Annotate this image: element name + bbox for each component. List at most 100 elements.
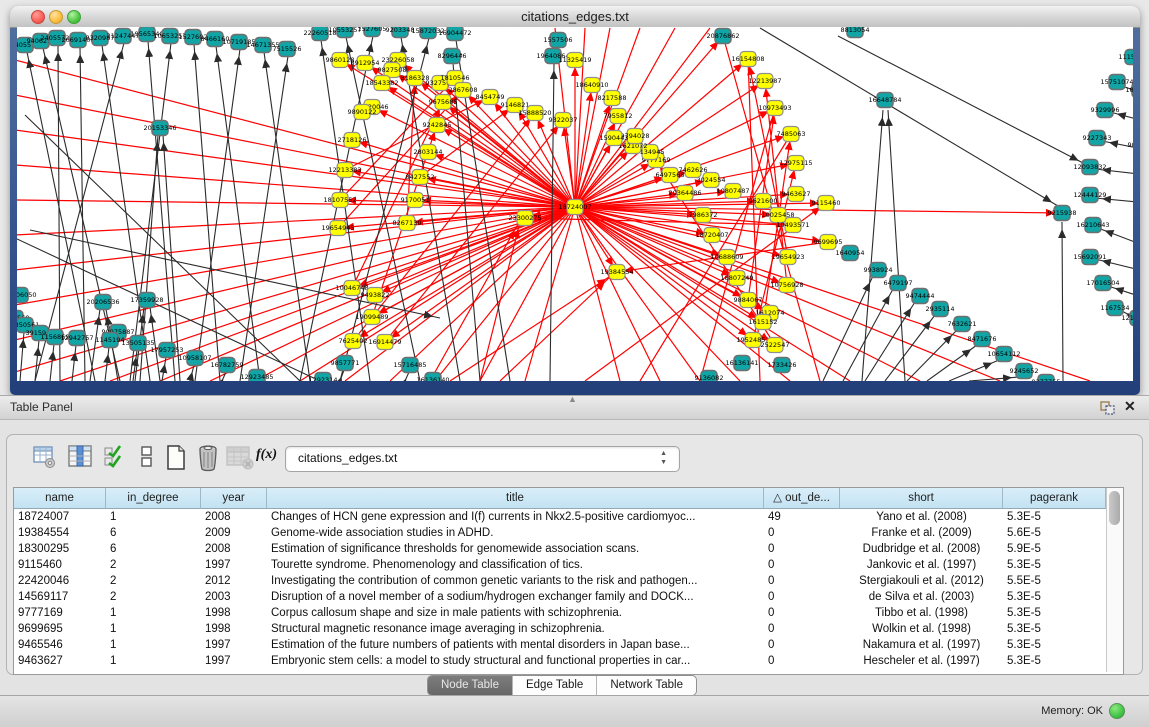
graph-edge[interactable] xyxy=(216,46,260,381)
table-cell[interactable]: Embryonic stem cells: a model to study s… xyxy=(267,653,764,669)
graph-edge[interactable] xyxy=(17,95,575,207)
table-cell[interactable]: 22420046 xyxy=(14,573,106,589)
graph-edge[interactable] xyxy=(885,315,935,381)
table-row[interactable]: 1872400712008Changes of HCN gene express… xyxy=(14,509,1106,525)
table-cell[interactable]: Investigating the contribution of common… xyxy=(267,573,764,589)
graph-node[interactable]: 6479197 xyxy=(884,276,913,291)
graph-node[interactable]: 15716485 xyxy=(393,358,426,373)
graph-node[interactable]: 8813054 xyxy=(841,27,870,38)
select-rows-icon[interactable] xyxy=(103,444,129,472)
network-view-window[interactable]: citations_edges.txt 24055729406257240557… xyxy=(10,6,1140,395)
graph-node[interactable]: 9115460 xyxy=(812,196,841,211)
table-cell[interactable]: 5.5E-5 xyxy=(1003,573,1106,589)
graph-edge[interactable] xyxy=(1062,222,1063,381)
delete-table-icon[interactable] xyxy=(226,444,252,472)
table-cell[interactable]: 1 xyxy=(106,621,201,637)
graph-edge[interactable] xyxy=(1098,228,1133,247)
table-cell[interactable]: Dudbridge et al. (2008) xyxy=(840,541,1003,557)
table-cell[interactable]: 1 xyxy=(106,509,201,525)
table-cell[interactable]: 1 xyxy=(106,653,201,669)
table-cell[interactable]: 2 xyxy=(106,573,201,589)
scrollbar-thumb[interactable] xyxy=(1109,491,1120,525)
table-cell[interactable]: Yano et al. (2008) xyxy=(840,509,1003,525)
new-column-icon[interactable] xyxy=(163,444,189,472)
graph-edge[interactable] xyxy=(575,28,710,207)
table-cell[interactable]: 0 xyxy=(764,573,840,589)
graph-node[interactable]: 16904472 xyxy=(438,27,471,41)
delete-column-icon[interactable] xyxy=(195,444,221,472)
graph-edge[interactable] xyxy=(575,207,1000,381)
table-cell[interactable]: 1 xyxy=(106,637,201,653)
column-header-name[interactable]: name xyxy=(14,488,106,509)
graph-node[interactable]: 9463627 xyxy=(782,187,811,202)
graph-edge[interactable] xyxy=(50,344,54,381)
graph-node[interactable]: 7986372 xyxy=(689,208,718,223)
table-cell[interactable]: 0 xyxy=(764,541,840,557)
graph-node[interactable]: 1527605 xyxy=(358,27,387,37)
graph-node[interactable]: 19654923 xyxy=(771,250,804,265)
table-cell[interactable]: Estimation of significance thresholds fo… xyxy=(267,541,764,557)
tab-network-table[interactable]: Network Table xyxy=(597,676,696,695)
graph-node[interactable]: 20876862 xyxy=(706,29,739,44)
table-cell[interactable]: Disruption of a novel member of a sodium… xyxy=(267,589,764,605)
table-cell[interactable]: 0 xyxy=(764,653,840,669)
table-cell[interactable]: 5.6E-5 xyxy=(1003,525,1106,541)
table-row[interactable]: 977716911998Corpus callosum shape and si… xyxy=(14,605,1106,621)
graph-edge[interactable] xyxy=(130,43,171,381)
graph-edge[interactable] xyxy=(194,44,220,381)
graph-edge[interactable] xyxy=(907,330,957,381)
table-cell[interactable]: 0 xyxy=(764,621,840,637)
graph-edge[interactable] xyxy=(240,56,288,381)
graph-node[interactable]: 19654945 xyxy=(321,221,354,236)
graph-node[interactable]: 9277755 xyxy=(1032,375,1061,382)
graph-edge[interactable] xyxy=(760,28,1058,206)
graph-node[interactable]: 19384554 xyxy=(600,265,633,280)
table-row[interactable]: 946554611997Estimation of the future num… xyxy=(14,637,1106,653)
graph-edge[interactable] xyxy=(823,276,873,381)
graph-node[interactable]: 9675685 xyxy=(429,95,458,110)
graph-node[interactable]: 16136140 xyxy=(416,373,449,382)
graph-node[interactable]: 8912954 xyxy=(351,56,380,71)
graph-node[interactable]: 9203348 xyxy=(386,27,415,38)
table-cell[interactable]: 2 xyxy=(106,557,201,573)
table-row[interactable]: 1830029562008Estimation of significance … xyxy=(14,541,1106,557)
graph-node[interactable]: 9136082 xyxy=(695,371,724,382)
table-row[interactable]: 946362711997Embryonic stem cells: a mode… xyxy=(14,653,1106,669)
table-cell[interactable]: 14569117 xyxy=(14,589,106,605)
graph-edge[interactable] xyxy=(405,372,409,381)
table-row[interactable]: 911546021997Tourette syndrome. Phenomeno… xyxy=(14,557,1106,573)
graph-node[interactable]: 10654112 xyxy=(987,347,1020,362)
table-cell[interactable]: de Silva et al. (2003) xyxy=(840,589,1003,605)
table-cell[interactable]: 0 xyxy=(764,637,840,653)
table-panel-header[interactable]: Table Panel ▲ ✕ xyxy=(0,395,1149,420)
graph-node[interactable]: 16648784 xyxy=(868,93,901,108)
graph-node[interactable]: 18640910 xyxy=(575,78,608,93)
graph-edge[interactable] xyxy=(105,347,109,381)
table-cell[interactable]: 0 xyxy=(764,605,840,621)
graph-edge[interactable] xyxy=(264,52,310,381)
graph-edge[interactable] xyxy=(20,332,24,381)
table-cell[interactable]: Corpus callosum shape and size in male p… xyxy=(267,605,764,621)
table-cell[interactable]: 1998 xyxy=(201,621,267,637)
column-header-in_degree[interactable]: in_degree xyxy=(106,488,201,509)
graph-edge[interactable] xyxy=(90,309,100,381)
graph-node[interactable]: 7632621 xyxy=(948,317,977,332)
graph-node[interactable]: 2935114 xyxy=(926,302,955,317)
table-cell[interactable]: 5.3E-5 xyxy=(1003,557,1106,573)
graph-node[interactable]: 9329996 xyxy=(1091,103,1120,118)
graph-edge[interactable] xyxy=(321,40,370,381)
attribute-table[interactable]: namein_degreeyeartitle△ out_de...shortpa… xyxy=(13,487,1124,675)
graph-edge[interactable] xyxy=(437,125,575,207)
graph-node[interactable]: 2803144 xyxy=(414,145,443,160)
graph-node[interactable]: 1292314 xyxy=(309,373,338,382)
table-cell[interactable]: 2 xyxy=(106,589,201,605)
graph-node[interactable]: 9474444 xyxy=(906,289,935,304)
network-window-titlebar[interactable]: citations_edges.txt xyxy=(10,6,1140,28)
table-cell[interactable]: 19384554 xyxy=(14,525,106,541)
table-cell[interactable]: Tibbo et al. (1998) xyxy=(840,605,1003,621)
graph-edge[interactable] xyxy=(969,377,1019,381)
table-cell[interactable]: 5.3E-5 xyxy=(1003,509,1106,525)
table-cell[interactable]: 5.3E-5 xyxy=(1003,637,1106,653)
table-cell[interactable]: 5.9E-5 xyxy=(1003,541,1106,557)
network-table-dropdown[interactable]: citations_edges.txt ▲▼ xyxy=(285,446,680,472)
